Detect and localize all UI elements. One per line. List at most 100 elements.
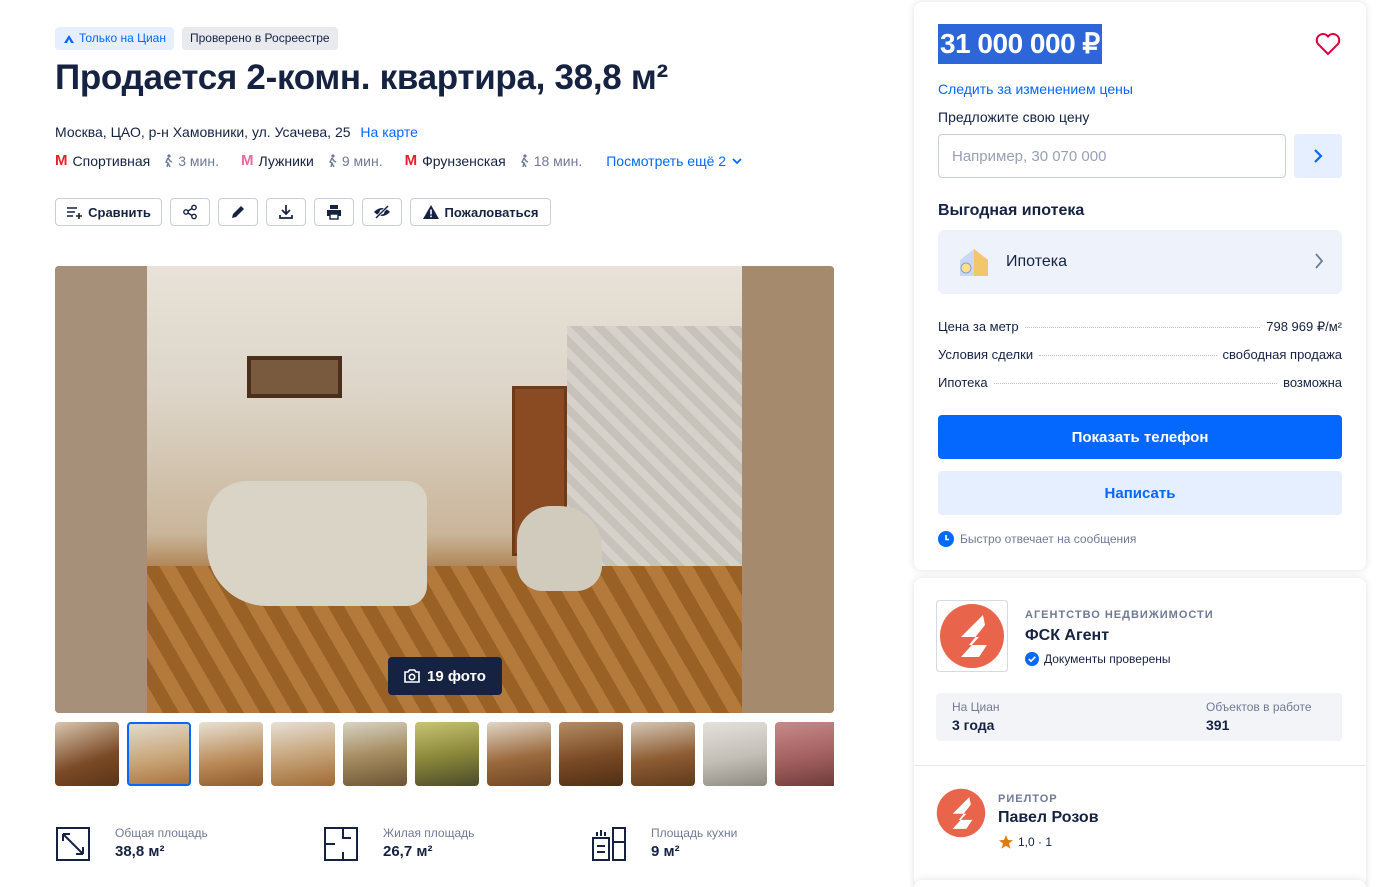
print-button[interactable] [314,198,354,226]
thumbnail[interactable] [55,722,119,786]
fact-label: Ипотека [938,375,988,390]
edit-button[interactable] [218,198,258,226]
kitchen-icon [592,827,626,861]
only-cian-label: Только на Циан [79,31,166,45]
download-icon [279,205,293,219]
fact-row: Цена за метр 798 969 ₽/м² [938,319,1342,347]
fsk-logo-icon [940,604,1004,668]
photo-count-label: 19 фото [427,667,486,685]
share-button[interactable] [170,198,210,226]
thumbnail[interactable] [703,722,767,786]
chevron-down-icon [732,157,742,164]
fact-row: Ипотека возможна [938,375,1342,403]
spec-living-area: Жилая площадь 26,7 м² [323,826,591,862]
metro-list: M Спортивная 3 мин. M Лужники 9 мин. M Ф… [55,152,742,169]
metro-name: Спортивная [72,152,151,169]
realtor-name[interactable]: Павел Розов [998,809,1099,827]
share-icon [183,204,197,220]
badges-row: Только на Циан Проверено в Росреестре [55,27,338,50]
walk-icon [520,153,529,167]
fact-label: Цена за метр [938,319,1019,334]
spec-value: 38,8 м² [115,843,165,860]
metro-station: M Спортивная [55,152,150,169]
mortgage-item[interactable]: Ипотека [938,230,1342,294]
thumbnail[interactable] [775,722,834,786]
walk-time: 9 мин. [326,153,383,169]
address-text: Москва, ЦАО, р-н Хамовники, ул. Усачева,… [55,124,351,140]
photo-count-button[interactable]: 19 фото [388,657,502,695]
thumbnail[interactable] [199,722,263,786]
rosreestr-badge: Проверено в Росреестре [181,27,338,50]
walk-time: 18 мин. [518,152,583,169]
show-phone-button[interactable]: Показать телефон [938,415,1342,459]
clock-icon [938,531,954,547]
offer-submit-button[interactable] [1294,134,1342,178]
main-photo[interactable]: 19 фото [55,266,834,713]
spec-total-area: Общая площадь 38,8 м² [55,826,323,862]
fsk-logo-icon [936,788,986,838]
chevron-right-icon [1314,149,1323,163]
photo-blur-right [742,266,834,713]
fast-reply-note: Быстро отвечает на сообщения [938,531,1136,547]
agency-stats: На Циан 3 года Объектов в работе 391 [936,693,1342,741]
offer-price-input[interactable] [938,134,1286,178]
spec-label: Площадь кухни [651,826,738,840]
metro-more-link[interactable]: Посмотреть ещё 2 [606,153,742,169]
price-facts: Цена за метр 798 969 ₽/м² Условия сделки с… [938,319,1342,403]
stat-value: 391 [1206,717,1230,733]
agency-name[interactable]: ФСК Агент [1025,627,1109,645]
download-button[interactable] [266,198,306,226]
metro-station: M Лужники [241,152,314,169]
next-card-edge [914,880,1366,887]
thumbnail[interactable] [631,722,695,786]
page-title: Продается 2-комн. квартира, 38,8 м² [55,58,668,97]
price-card: 31 000 000 ₽ Следить за изменением цены … [914,2,1366,570]
map-link[interactable]: На карте [360,124,418,140]
agency-logo[interactable] [936,600,1008,672]
spec-label: Общая площадь [115,826,208,840]
stat-on-cian: На Циан 3 года [952,700,1000,734]
metro-name: Лужники [258,152,314,169]
camera-icon [404,669,420,683]
chevron-right-icon [1315,253,1324,269]
rosreestr-label: Проверено в Росреестре [189,31,330,45]
thumbnail[interactable] [343,722,407,786]
spec-label: Жилая площадь [383,826,475,840]
total-area-icon [56,827,90,861]
thumbnail[interactable] [415,722,479,786]
compare-icon [67,207,83,219]
verified-check-icon [1025,652,1039,666]
hide-icon [374,204,390,220]
thumbnail[interactable] [487,722,551,786]
metro-station: M Фрунзенская [405,152,506,169]
follow-price-link[interactable]: Следить за изменением цены [938,81,1133,97]
fact-value: возможна [1283,375,1342,390]
fact-value: свободная продажа [1222,347,1342,362]
thumbnail[interactable] [559,722,623,786]
action-bar: Сравнить Пожаловаться [55,198,551,226]
stat-value: 3 года [952,717,995,733]
walk-time-label: 18 мин. [533,152,583,169]
walk-icon [328,153,337,167]
mortgage-title: Выгодная ипотека [938,202,1085,219]
write-message-button[interactable]: Написать [938,471,1342,515]
compare-button[interactable]: Сравнить [55,198,162,226]
thumbnail[interactable] [127,722,191,786]
photo-blur-left [55,266,147,713]
armchair [517,506,602,591]
specs-row: Общая площадь 38,8 м² Жилая площадь 26,7… [55,826,859,862]
print-icon [327,205,341,220]
thumbnail[interactable] [271,722,335,786]
metro-icon: M [240,152,254,169]
realtor-avatar[interactable] [936,788,986,838]
metro-icon: M [55,152,68,169]
fact-label: Условия сделки [938,347,1034,362]
report-button[interactable]: Пожаловаться [410,198,551,226]
agency-type: АГЕНТСТВО НЕДВИЖИМОСТИ [1025,609,1214,621]
spec-kitchen-area: Площадь кухни 9 м² [591,826,859,862]
hide-button[interactable] [362,198,402,226]
living-area-icon [324,827,358,861]
favorite-heart-icon[interactable] [1314,30,1342,58]
agency-card: АГЕНТСТВО НЕДВИЖИМОСТИ ФСК Агент Докумен… [914,578,1366,887]
thumbnail-strip [55,722,834,786]
